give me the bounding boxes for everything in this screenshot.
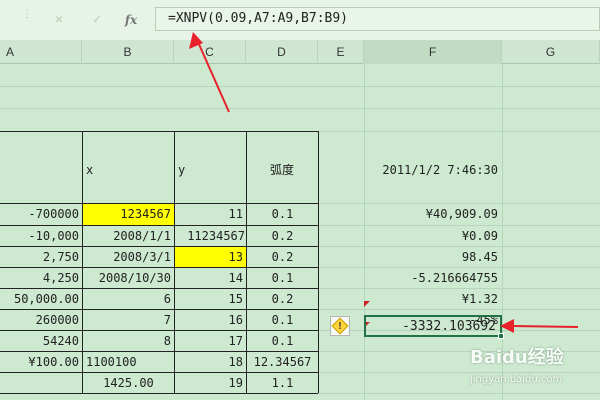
watermark-brand: Baidu经验 [470, 347, 564, 368]
arrow-to-formula [189, 32, 230, 113]
watermark: Baidu经验 jingyan.baidu.com [470, 343, 596, 393]
watermark-url: jingyan.baidu.com [470, 374, 563, 385]
annotation-arrows [189, 32, 579, 333]
arrow-to-result [500, 319, 579, 333]
